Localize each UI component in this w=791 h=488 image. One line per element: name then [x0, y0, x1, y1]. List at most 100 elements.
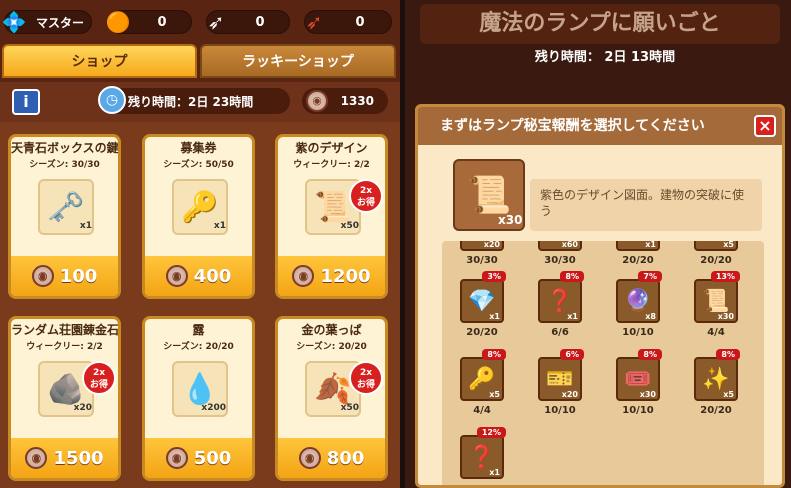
- card-limit: シーズン: 20/20: [296, 342, 367, 352]
- reward-probability: 6%: [560, 349, 584, 360]
- red-arrow-icon: ➶: [305, 10, 323, 34]
- card-title: 露: [192, 323, 205, 337]
- card-price: 400: [193, 265, 232, 287]
- buy-button[interactable]: ◉ 400: [145, 256, 252, 296]
- coin-icon: ◉: [165, 447, 188, 469]
- reward-icon: 🎟️ x30 8%: [616, 349, 662, 401]
- reward-item[interactable]: 📜x60 30/30: [538, 241, 588, 266]
- buy-button[interactable]: ◉ 100: [11, 256, 118, 296]
- shop-card[interactable]: ランダム荘園錬金石 ウィークリー: 2/2 🪨 x20 2x お得 ◉ 1500: [8, 316, 121, 481]
- reward-icon: ❓ x1 8%: [538, 271, 584, 323]
- card-title: 金の葉っぱ: [301, 323, 362, 337]
- shop-card[interactable]: 募集券 シーズン: 50/50 🔑 x1 ◉ 400: [142, 134, 255, 299]
- reward-quantity: x5: [723, 241, 734, 249]
- reward-icon: 🎫 x20 6%: [538, 349, 584, 401]
- currency-value: 0: [255, 14, 265, 30]
- info-button[interactable]: i: [12, 89, 40, 115]
- card-title: 天青石ボックスの鍵: [11, 141, 119, 155]
- card-title: ランダム荘園錬金石: [11, 323, 120, 337]
- card-price: 800: [326, 447, 365, 469]
- close-button[interactable]: ×: [754, 115, 776, 137]
- reward-count: 20/20: [700, 255, 732, 266]
- buy-button[interactable]: ◉ 800: [278, 438, 385, 478]
- currency-pill-1: 🟠 0: [106, 10, 192, 34]
- coin-icon: ◉: [25, 447, 48, 469]
- reward-item[interactable]: 🎫 x20 6% 10/10: [538, 349, 588, 416]
- reward-item[interactable]: 📦x1 20/20: [616, 241, 666, 266]
- reward-probability: 8%: [716, 349, 740, 360]
- card-quantity: x1: [213, 221, 226, 231]
- reward-item[interactable]: 🎟️ x30 8% 10/10: [616, 349, 666, 416]
- buy-button[interactable]: ◉ 500: [145, 438, 252, 478]
- card-limit: シーズン: 30/30: [29, 160, 100, 170]
- tab-shop[interactable]: ショップ: [2, 44, 197, 78]
- reward-select-dialog: まずはランプ秘宝報酬を選択してください × 📜 x30 紫色のデザイン図面。建物…: [415, 104, 785, 488]
- card-quantity: x50: [340, 403, 359, 413]
- reward-quantity: x30: [639, 390, 656, 399]
- reward-item[interactable]: 📜 x30 13% 4/4: [694, 271, 744, 338]
- rank-label: マスター: [35, 15, 84, 30]
- card-quantity: x20: [73, 403, 92, 413]
- reward-probability: 8%: [482, 349, 506, 360]
- reward-quantity: x1: [489, 468, 500, 477]
- reward-count: 10/10: [622, 405, 654, 416]
- shop-card[interactable]: 金の葉っぱ シーズン: 20/20 🍂 x50 2x お得 ◉ 800: [275, 316, 388, 481]
- tab-lucky-shop[interactable]: ラッキーショップ: [200, 44, 396, 78]
- reward-icon: 🔮 x8 7%: [616, 271, 662, 323]
- reward-icon: 📜x20: [460, 241, 504, 251]
- reward-item[interactable]: 📜x20 30/30: [460, 241, 510, 266]
- reward-item[interactable]: 🔮 x8 7% 10/10: [616, 271, 666, 338]
- bonus-badge: 2x お得: [349, 179, 383, 213]
- gem-rank-icon: 💠: [1, 10, 27, 34]
- reward-icon: ✨ x5 8%: [694, 349, 740, 401]
- reward-item[interactable]: 🔶x5 20/20: [694, 241, 744, 266]
- reward-count: 4/4: [707, 327, 725, 338]
- orange-orb-icon: 🟠: [105, 10, 131, 34]
- coin-icon: ◉: [165, 265, 188, 287]
- reward-probability: 8%: [560, 271, 584, 282]
- reward-item[interactable]: ❓ x1 12%: [460, 427, 510, 479]
- reward-count: 10/10: [544, 405, 576, 416]
- shop-card[interactable]: 紫のデザイン ウィークリー: 2/2 📜 x50 2x お得 ◉ 1200: [275, 134, 388, 299]
- card-title: 募集券: [180, 141, 217, 155]
- reward-quantity: x1: [567, 312, 578, 321]
- reward-quantity: x30: [717, 312, 734, 321]
- selected-quantity: x30: [498, 213, 523, 227]
- reward-quantity: x8: [645, 312, 656, 321]
- card-price: 100: [59, 265, 98, 287]
- reward-count: 30/30: [544, 255, 576, 266]
- buy-button[interactable]: ◉ 1500: [11, 438, 118, 478]
- reward-icon: 📜 x30 13%: [694, 271, 740, 323]
- lamp-timer: 残り時間： 2日 13時間: [534, 50, 676, 65]
- card-title: 紫のデザイン: [295, 141, 368, 155]
- card-limit: ウィークリー: 2/2: [293, 160, 370, 170]
- reward-item[interactable]: 💎 x1 3% 20/20: [460, 271, 510, 338]
- coin-balance-value: 1330: [340, 94, 374, 108]
- coin-icon: ◉: [31, 265, 54, 287]
- rank-pill: 💠 マスター: [2, 10, 92, 34]
- coin-balance: ◉ 1330: [302, 88, 388, 114]
- reward-quantity: x20: [561, 390, 578, 399]
- reward-icon: 📜x60: [538, 241, 582, 251]
- shop-card[interactable]: 天青石ボックスの鍵 シーズン: 30/30 🗝️ x1 ◉ 100: [8, 134, 121, 299]
- reward-quantity: x1: [645, 241, 656, 249]
- reward-probability: 13%: [710, 271, 740, 282]
- bonus-badge: 2x お得: [349, 361, 383, 395]
- card-price: 500: [193, 447, 232, 469]
- reward-count: 20/20: [622, 255, 654, 266]
- selected-description: 紫色のデザイン図面。建物の突破に使う: [530, 179, 762, 231]
- buy-button[interactable]: ◉ 1200: [278, 256, 385, 296]
- reward-item[interactable]: 🔑 x5 8% 4/4: [460, 349, 510, 416]
- currency-pill-3: ➶ 0: [304, 10, 392, 34]
- grey-arrow-icon: ➶: [207, 10, 225, 34]
- reward-quantity: x5: [489, 390, 500, 399]
- reward-item[interactable]: ✨ x5 8% 20/20: [694, 349, 744, 416]
- reward-icon: 🔑 x5 8%: [460, 349, 506, 401]
- card-limit: シーズン: 20/20: [163, 342, 234, 352]
- reward-item[interactable]: ❓ x1 8% 6/6: [538, 271, 588, 338]
- reward-icon: 💎 x1 3%: [460, 271, 506, 323]
- bonus-badge: 2x お得: [82, 361, 116, 395]
- reward-count: 20/20: [466, 327, 498, 338]
- reward-probability: 12%: [476, 427, 506, 438]
- shop-card[interactable]: 露 シーズン: 20/20 💧 x200 ◉ 500: [142, 316, 255, 481]
